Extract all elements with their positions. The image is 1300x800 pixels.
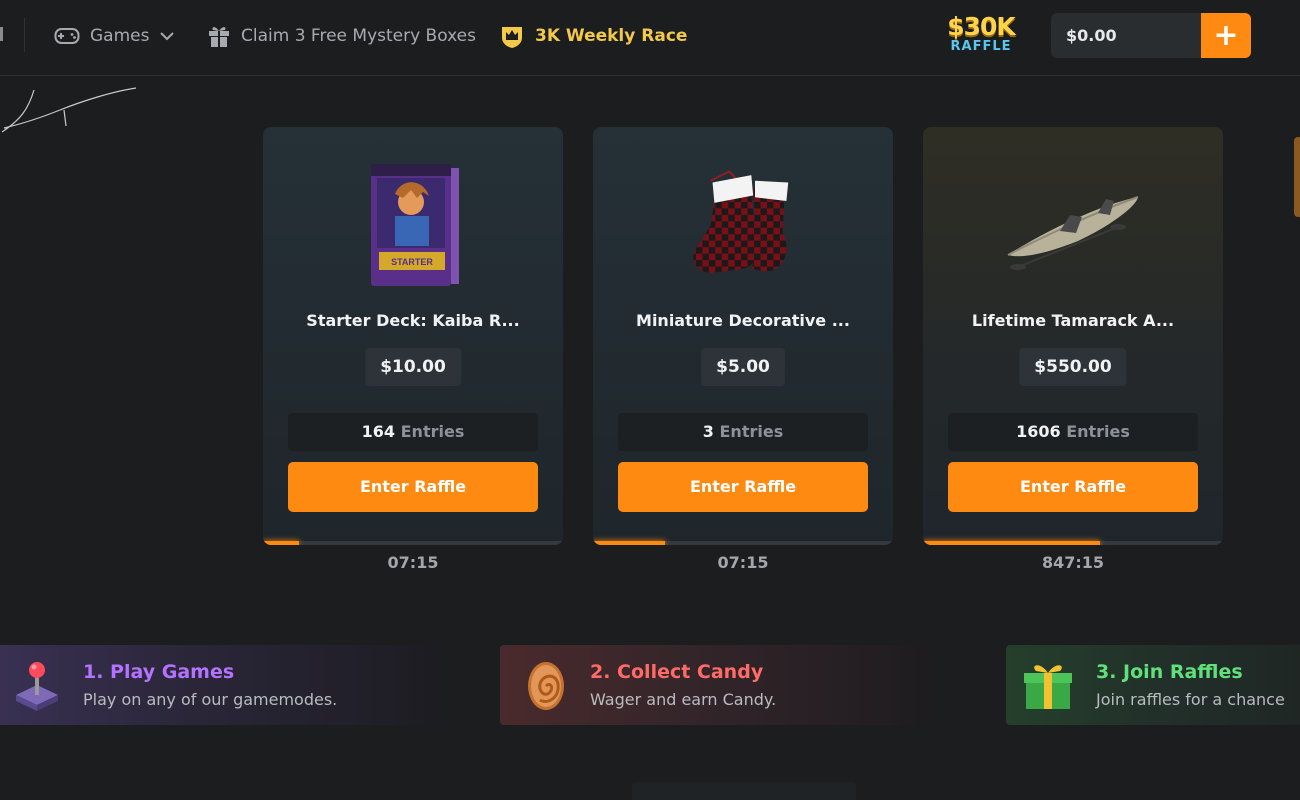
enter-raffle-button[interactable]: Enter Raffle	[618, 462, 868, 512]
entries-number: 3	[702, 422, 714, 441]
raffle-item-name: Miniature Decorative ...	[636, 311, 850, 330]
scribble-decoration	[1, 87, 137, 133]
step-join-raffles: 3. Join Raffles Join raffles for a chanc…	[1006, 645, 1300, 725]
next-card-edge[interactable]	[1294, 137, 1300, 217]
gift-icon	[1022, 659, 1072, 711]
raffle-progress-fill	[593, 541, 665, 545]
raffle-progress-fill	[263, 541, 299, 545]
nav-divider	[24, 18, 25, 52]
nav-free-mystery-boxes[interactable]: Claim 3 Free Mystery Boxes	[207, 22, 476, 50]
raffle-timer: 07:15	[387, 553, 439, 572]
raffle-progress-fill	[923, 541, 1100, 545]
entries-label: Entries	[400, 422, 465, 441]
step-description: Play on any of our gamemodes.	[83, 690, 338, 709]
raffle-item-price: $5.00	[701, 348, 785, 386]
raffle-item-price: $550.00	[1019, 348, 1127, 386]
raffle-progress-track	[593, 541, 893, 545]
raffle-timer: 07:15	[717, 553, 769, 572]
step-title: 2. Collect Candy	[590, 661, 764, 683]
step-description: Join raffles for a chance	[1096, 690, 1285, 709]
gamepad-icon	[54, 26, 80, 46]
nav-weekly-race-label: 3K Weekly Race	[535, 26, 688, 46]
step-title: 1. Play Games	[83, 661, 235, 683]
gift-outline-icon	[207, 24, 231, 48]
raffle-entries-count: 1606 Entries	[948, 413, 1198, 451]
raffle-card[interactable]: Miniature Decorative ... $5.00 3 Entries…	[593, 127, 893, 545]
raffle-entries-count: 3 Entries	[618, 413, 868, 451]
raffle-entries-count: 164 Entries	[288, 413, 538, 451]
kayak-image	[993, 155, 1153, 295]
balance-amount: $0.00	[1066, 26, 1117, 45]
raffle-item-name: Lifetime Tamarack A...	[971, 311, 1175, 330]
raffle-progress-track	[263, 541, 563, 545]
raffle-logo-amount: $30K	[947, 12, 1016, 41]
step-title: 3. Join Raffles	[1096, 661, 1243, 683]
raffle-logo-label: RAFFLE	[950, 39, 1012, 54]
step-collect-candy: 2. Collect Candy Wager and earn Candy.	[500, 645, 930, 725]
add-funds-button[interactable]: +	[1201, 13, 1251, 58]
candy-icon	[520, 659, 570, 711]
menu-edge-icon[interactable]	[0, 27, 3, 41]
entries-label: Entries	[719, 422, 784, 441]
raffle-card[interactable]: Lifetime Tamarack A... $550.00 1606 Entr…	[923, 127, 1223, 545]
bottom-panel-edge	[632, 782, 856, 800]
raffle-logo[interactable]: $30K RAFFLE	[944, 14, 1018, 58]
starter-deck-image: STARTER	[353, 155, 473, 295]
raffle-timer: 847:15	[1041, 553, 1105, 572]
entries-label: Entries	[1066, 422, 1130, 441]
enter-raffle-button[interactable]: Enter Raffle	[948, 462, 1198, 512]
nav-games-label: Games	[90, 26, 150, 46]
entries-number: 1606	[1016, 422, 1061, 441]
nav-games-dropdown[interactable]: Games	[54, 22, 175, 50]
nav-mystery-boxes-label: Claim 3 Free Mystery Boxes	[241, 26, 476, 46]
joystick-icon	[12, 659, 62, 711]
raffle-item-price: $10.00	[365, 348, 461, 386]
raffle-item-name: Starter Deck: Kaiba R...	[306, 311, 520, 330]
balance-widget: $0.00 +	[1051, 13, 1251, 58]
enter-raffle-button[interactable]: Enter Raffle	[288, 462, 538, 512]
nav-weekly-race[interactable]: 3K Weekly Race	[499, 22, 687, 50]
crown-shield-icon	[499, 23, 525, 49]
plaid-stockings-image	[683, 155, 803, 295]
raffle-card[interactable]: STARTER Starter Deck: Kaiba R... $10.00 …	[263, 127, 563, 545]
step-description: Wager and earn Candy.	[590, 690, 777, 709]
chevron-down-icon	[159, 31, 175, 41]
top-navigation-bar: Games Claim 3 Free Mystery Boxes 3K Week…	[0, 0, 1300, 76]
entries-number: 164	[361, 422, 396, 441]
raffle-progress-track	[923, 541, 1223, 545]
step-play-games: 1. Play Games Play on any of our gamemod…	[0, 645, 440, 725]
svg-text:STARTER: STARTER	[391, 257, 433, 267]
